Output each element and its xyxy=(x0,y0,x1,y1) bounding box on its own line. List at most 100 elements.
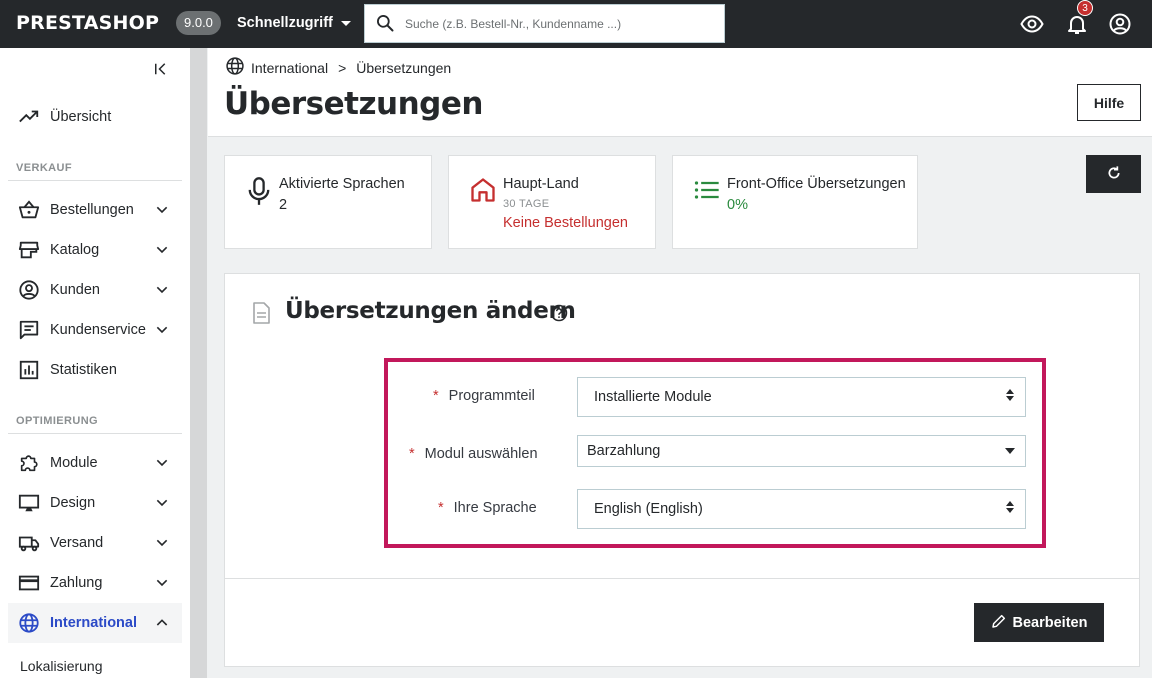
notification-count-badge: 3 xyxy=(1077,0,1093,16)
divider xyxy=(8,180,182,181)
microphone-icon xyxy=(245,176,273,209)
sidebar-item-customers[interactable]: Kunden xyxy=(8,270,182,310)
chevron-down-icon xyxy=(154,455,170,475)
kpi-title: Aktivierte Sprachen xyxy=(279,176,405,192)
sidebar-item-label: Design xyxy=(50,495,96,511)
document-icon xyxy=(251,302,271,327)
truck-icon xyxy=(18,532,40,554)
prestashop-logo[interactable]: PRESTASHOP xyxy=(16,12,159,34)
sidebar-subitem-localization[interactable]: Lokalisierung xyxy=(20,658,103,674)
home-icon xyxy=(469,176,497,207)
section-header-optimization: OPTIMIERUNG xyxy=(16,415,99,427)
list-icon xyxy=(693,176,721,207)
kpi-value: Keine Bestellungen xyxy=(503,215,628,231)
refresh-icon xyxy=(1106,165,1122,184)
selected-value: Installierte Module xyxy=(594,389,712,405)
sidebar-item-modules[interactable]: Module xyxy=(8,443,182,483)
sidebar-item-label: Versand xyxy=(50,535,104,551)
sidebar-item-design[interactable]: Design xyxy=(8,483,182,523)
program-part-select[interactable]: Installierte Module xyxy=(577,377,1026,417)
edit-button-label: Bearbeiten xyxy=(1012,614,1088,631)
sidebar-item-label: Übersicht xyxy=(50,109,112,125)
pencil-icon xyxy=(991,613,1007,633)
caret-down-icon xyxy=(340,20,351,26)
translations-panel: Übersetzungen ändern * Programmteil Insta… xyxy=(224,273,1140,667)
chevron-down-icon xyxy=(154,575,170,595)
edit-button[interactable]: Bearbeiten xyxy=(974,603,1104,642)
globe-icon xyxy=(225,56,245,79)
eye-icon[interactable] xyxy=(1020,12,1044,36)
field-label-program-part: * Programmteil xyxy=(433,388,535,404)
required-marker: * xyxy=(438,500,444,516)
chevron-down-icon xyxy=(154,495,170,515)
search-bar[interactable] xyxy=(364,4,725,43)
sidebar-item-payment[interactable]: Zahlung xyxy=(8,563,182,603)
credit-card-icon xyxy=(18,572,40,594)
sidebar-item-label: Bestellungen xyxy=(50,202,134,218)
label-text: Programmteil xyxy=(448,388,535,404)
required-marker: * xyxy=(409,446,415,462)
panel-title: Übersetzungen ändern xyxy=(285,298,576,324)
help-button[interactable]: Hilfe xyxy=(1077,84,1141,121)
quick-access-dropdown[interactable]: Schnellzugriff xyxy=(237,15,351,31)
sidebar-item-overview[interactable]: Übersicht xyxy=(8,97,182,137)
collapse-sidebar-icon[interactable] xyxy=(152,60,170,81)
sort-arrows-icon xyxy=(1005,388,1015,406)
caret-down-icon xyxy=(1005,443,1015,459)
label-text: Modul auswählen xyxy=(424,446,538,462)
search-icon[interactable] xyxy=(375,13,395,36)
sidebar-item-catalog[interactable]: Katalog xyxy=(8,230,182,270)
sidebar-item-orders[interactable]: Bestellungen xyxy=(8,190,182,230)
sidebar-item-customer-service[interactable]: Kundenservice xyxy=(8,310,182,350)
kpi-value: 0% xyxy=(727,197,748,213)
sidebar-item-label: Statistiken xyxy=(50,362,117,378)
trending-up-icon xyxy=(18,106,40,128)
globe-icon xyxy=(18,612,40,634)
breadcrumb-item-international[interactable]: International xyxy=(251,60,328,76)
module-select[interactable]: Barzahlung xyxy=(577,435,1026,467)
kpi-period: 30 TAGE xyxy=(503,198,550,210)
chevron-down-icon xyxy=(154,322,170,342)
desktop-icon xyxy=(18,492,40,514)
sidebar-item-shipping[interactable]: Versand xyxy=(8,523,182,563)
divider xyxy=(8,433,182,434)
top-header: PRESTASHOP 9.0.0 Schnellzugriff 3 xyxy=(0,0,1152,48)
selected-value: English (English) xyxy=(594,501,703,517)
selected-value: Barzahlung xyxy=(587,443,661,459)
label-text: Ihre Sprache xyxy=(453,500,537,516)
version-badge: 9.0.0 xyxy=(176,11,221,35)
chevron-down-icon xyxy=(154,535,170,555)
kpi-card-languages: Aktivierte Sprachen 2 xyxy=(224,155,432,249)
breadcrumb-separator: > xyxy=(338,59,347,76)
kpi-title: Haupt-Land xyxy=(503,176,579,192)
sidebar-item-label: Zahlung xyxy=(50,575,103,591)
sidebar-scrollbar[interactable] xyxy=(190,48,207,678)
account-circle-icon xyxy=(18,279,40,301)
refresh-button[interactable] xyxy=(1086,155,1141,193)
sidebar-item-international[interactable]: International xyxy=(8,603,182,643)
sidebar-item-statistics[interactable]: Statistiken xyxy=(8,350,182,390)
field-label-language: * Ihre Sprache xyxy=(438,500,537,516)
search-input[interactable] xyxy=(405,13,715,35)
breadcrumb: International > Übersetzungen xyxy=(225,56,451,79)
sidebar-item-label: Kunden xyxy=(50,282,100,298)
bar-chart-icon xyxy=(18,359,40,381)
sidebar-item-label: Katalog xyxy=(50,242,100,258)
help-circle-icon[interactable] xyxy=(550,304,568,325)
chevron-down-icon xyxy=(154,242,170,262)
sort-arrows-icon xyxy=(1005,500,1015,518)
required-marker: * xyxy=(433,388,439,404)
shopping-basket-icon xyxy=(18,199,40,221)
sidebar-item-label: Module xyxy=(50,455,98,471)
sidebar-item-label: Kundenservice xyxy=(50,322,146,338)
page-header: International > Übersetzungen Übersetzun… xyxy=(208,48,1152,137)
kpi-value: 2 xyxy=(279,197,288,213)
account-icon[interactable] xyxy=(1108,12,1132,36)
chat-icon xyxy=(18,319,40,341)
divider xyxy=(225,578,1139,579)
section-header-sales: VERKAUF xyxy=(16,162,72,174)
language-select[interactable]: English (English) xyxy=(577,489,1026,529)
kpi-title: Front-Office Übersetzungen xyxy=(727,176,906,192)
page-title: Übersetzungen xyxy=(224,86,483,122)
sidebar: Übersicht VERKAUF Bestellungen Katalog K… xyxy=(0,48,190,678)
